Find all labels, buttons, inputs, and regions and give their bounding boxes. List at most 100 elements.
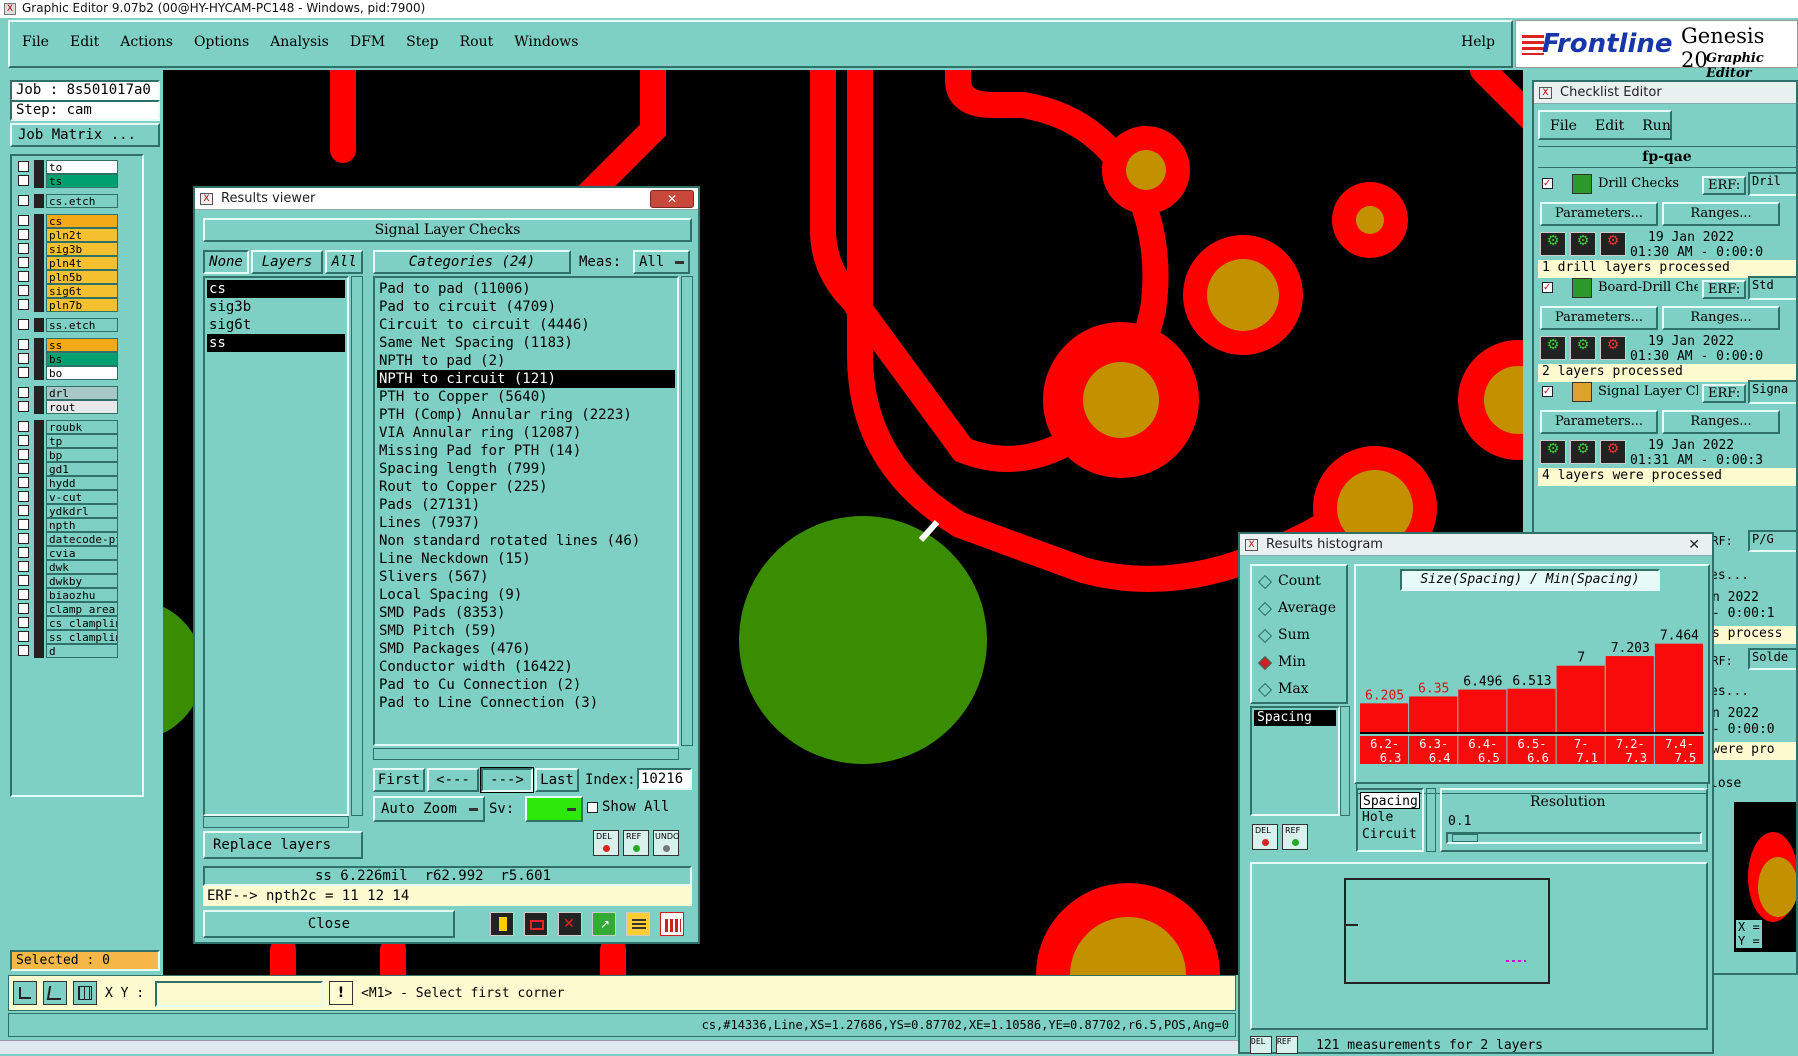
category-item[interactable]: Pad to Line Connection (3): [377, 694, 675, 712]
show-all-checkbox[interactable]: [587, 802, 598, 813]
mode-radio-max[interactable]: Max: [1257, 680, 1348, 700]
del-button[interactable]: DEL: [593, 830, 619, 856]
mode-radio-count[interactable]: Count: [1257, 572, 1348, 592]
layer-name[interactable]: dwkby: [46, 574, 118, 588]
job-matrix-button[interactable]: Job Matrix ...: [10, 123, 160, 147]
layer-name[interactable]: roubk: [46, 420, 118, 434]
grid-icon[interactable]: [73, 981, 97, 1005]
layer-checkbox[interactable]: [18, 449, 29, 460]
close-icon[interactable]: ✕: [650, 190, 694, 208]
run-icon[interactable]: ⚙: [1540, 232, 1566, 256]
layer-checkbox[interactable]: [18, 561, 29, 572]
category-item[interactable]: SMD Pitch (59): [377, 622, 675, 640]
meas-dropdown[interactable]: All: [633, 250, 690, 274]
run-icon[interactable]: ⚙: [1540, 440, 1566, 464]
mode-radio-min[interactable]: Min: [1257, 653, 1348, 673]
layer-checkbox[interactable]: [18, 175, 29, 186]
category-item[interactable]: Pad to circuit (4709): [377, 298, 675, 316]
layer-checkbox[interactable]: [18, 533, 29, 544]
layer-name[interactable]: biaozhu: [46, 588, 118, 602]
layer-checkbox[interactable]: [18, 319, 29, 330]
layer-checkbox[interactable]: [18, 603, 29, 614]
category-item[interactable]: Local Spacing (9): [377, 586, 675, 604]
category-item[interactable]: Pad to Cu Connection (2): [377, 676, 675, 694]
check-item-name[interactable]: Signal Layer Ch: [1598, 384, 1698, 399]
layer-name[interactable]: tp: [46, 434, 118, 448]
layer-row[interactable]: to: [14, 160, 140, 174]
layer-checkbox[interactable]: [18, 367, 29, 378]
sv-color-dropdown[interactable]: [525, 796, 583, 822]
run-icon[interactable]: ⚙: [1570, 440, 1596, 464]
layer-icon[interactable]: [490, 912, 514, 936]
category-item[interactable]: PTH (Comp) Annular ring (2223): [377, 406, 675, 424]
check-item-checkbox[interactable]: ✓: [1542, 282, 1553, 293]
layer-row[interactable]: tp: [14, 434, 140, 448]
layer-name[interactable]: gd1: [46, 462, 118, 476]
menu-options[interactable]: Options: [194, 34, 249, 50]
ref-button[interactable]: REF: [623, 830, 649, 856]
check-item-erf-value[interactable]: Signa: [1748, 380, 1796, 404]
layer-list-vscroll[interactable]: [351, 276, 363, 816]
layer-row[interactable]: pln7b: [14, 298, 140, 312]
category-item[interactable]: Pads (27131): [377, 496, 675, 514]
layer-name[interactable]: npth: [46, 518, 118, 532]
partial-text[interactable]: lose: [1710, 776, 1741, 791]
histogram-bar[interactable]: [1360, 703, 1409, 732]
replace-layers-button[interactable]: Replace layers: [203, 831, 363, 859]
check-item-erf-value[interactable]: Dril: [1748, 172, 1796, 196]
layer-name[interactable]: d: [46, 644, 118, 658]
next-button[interactable]: --->: [480, 767, 534, 793]
category-item[interactable]: Missing Pad for PTH (14): [377, 442, 675, 460]
layer-checkbox[interactable]: [18, 229, 29, 240]
layer-name[interactable]: clamp_area: [46, 602, 118, 616]
layer-name[interactable]: bs: [46, 352, 118, 366]
check-item-checkbox[interactable]: ✓: [1542, 386, 1553, 397]
layer-row[interactable]: cvia: [14, 546, 140, 560]
run-icon[interactable]: ⚙: [1600, 232, 1626, 256]
layer-checkbox[interactable]: [18, 161, 29, 172]
category-item[interactable]: Pad to pad (11006): [377, 280, 675, 298]
layer-name[interactable]: rout: [46, 400, 118, 414]
layer-name[interactable]: ss.etch: [46, 318, 118, 332]
layer-name[interactable]: to: [46, 160, 118, 174]
layer-row[interactable]: bs: [14, 352, 140, 366]
menu-dfm[interactable]: DFM: [350, 34, 385, 50]
all-button[interactable]: All: [325, 250, 363, 274]
auto-zoom-dropdown[interactable]: Auto Zoom: [373, 796, 485, 822]
category-item[interactable]: NPTH to circuit (121): [377, 370, 675, 388]
measure-icon[interactable]: [43, 981, 67, 1005]
layer-name[interactable]: cs.etch: [46, 194, 118, 208]
layer-row[interactable]: sig6t: [14, 284, 140, 298]
category-item[interactable]: Slivers (567): [377, 568, 675, 586]
run-icon[interactable]: ⚙: [1570, 336, 1596, 360]
check-item-name[interactable]: Drill Checks: [1598, 176, 1698, 191]
layer-name[interactable]: pln4t: [46, 256, 118, 270]
layer-row[interactable]: roubk: [14, 420, 140, 434]
undo-button[interactable]: UNDO: [653, 830, 679, 856]
layer-name[interactable]: bp: [46, 448, 118, 462]
step-tool-icon[interactable]: ↗: [592, 912, 616, 936]
menu-help[interactable]: Help: [1461, 34, 1495, 50]
category-item[interactable]: SMD Packages (476): [377, 640, 675, 658]
layer-checkbox[interactable]: [18, 215, 29, 226]
layer-row[interactable]: cs: [14, 214, 140, 228]
layer-row[interactable]: bo: [14, 366, 140, 380]
layer-checkbox[interactable]: [18, 463, 29, 474]
layer-row[interactable]: biaozhu: [14, 588, 140, 602]
layer-checkbox[interactable]: [18, 575, 29, 586]
mode-radio-sum[interactable]: Sum: [1257, 626, 1348, 646]
layer-checkbox[interactable]: [18, 353, 29, 364]
xy-input[interactable]: [155, 981, 323, 1007]
parameters-button[interactable]: Parameters...: [1540, 202, 1658, 226]
layer-result-item[interactable]: cs: [207, 280, 345, 298]
hist-del-button[interactable]: DEL: [1252, 824, 1278, 850]
layer-checkbox[interactable]: [18, 477, 29, 488]
layer-row[interactable]: ydkdrl: [14, 504, 140, 518]
layer-checkbox[interactable]: [18, 299, 29, 310]
snap-icon[interactable]: [13, 981, 37, 1005]
cross-tool-icon[interactable]: ✕: [558, 912, 582, 936]
category-item[interactable]: Same Net Spacing (1183): [377, 334, 675, 352]
category-item[interactable]: Rout to Copper (225): [377, 478, 675, 496]
check-item-name[interactable]: Board-Drill Che: [1598, 280, 1698, 295]
menu-rout[interactable]: Rout: [460, 34, 494, 50]
